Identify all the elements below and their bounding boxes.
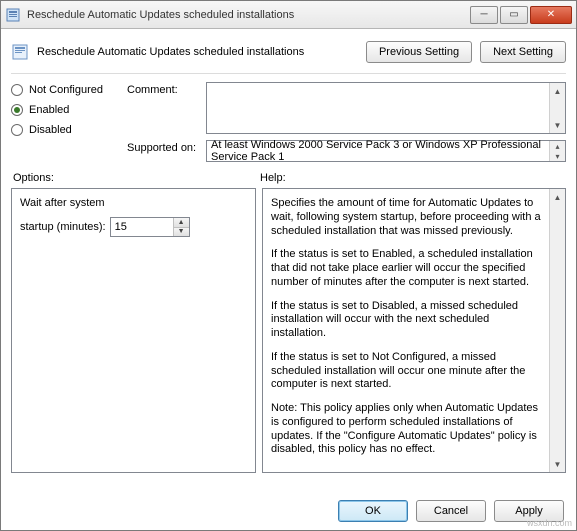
apply-button[interactable]: Apply xyxy=(494,500,564,522)
spinner-down-button[interactable]: ▼ xyxy=(174,228,189,237)
startup-minutes-input[interactable] xyxy=(111,221,171,233)
scroll-down-icon[interactable]: ▼ xyxy=(550,117,565,133)
radio-icon xyxy=(11,124,23,136)
spinner-buttons: ▲ ▼ xyxy=(173,218,189,236)
option-wait-label-2: startup (minutes): xyxy=(20,221,106,233)
scrollbar[interactable]: ▲ ▼ xyxy=(549,83,565,133)
maximize-button[interactable]: ▭ xyxy=(500,6,528,24)
help-paragraph: Specifies the amount of time for Automat… xyxy=(271,197,545,238)
option-wait-label-1: Wait after system xyxy=(20,197,247,209)
close-button[interactable]: ✕ xyxy=(530,6,572,24)
policy-icon xyxy=(11,43,29,61)
previous-setting-button[interactable]: Previous Setting xyxy=(366,41,472,63)
scrollbar[interactable]: ▲ ▼ xyxy=(549,189,565,472)
window-buttons: ─ ▭ ✕ xyxy=(470,6,572,24)
radio-icon xyxy=(11,84,23,96)
minimize-button[interactable]: ─ xyxy=(470,6,498,24)
scroll-up-icon[interactable]: ▲ xyxy=(550,83,565,99)
radio-not-configured[interactable]: Not Configured xyxy=(11,84,121,96)
next-setting-button[interactable]: Next Setting xyxy=(480,41,566,63)
options-section-label: Options: xyxy=(13,172,260,184)
help-text: Specifies the amount of time for Automat… xyxy=(271,197,545,457)
scroll-down-icon[interactable]: ▼ xyxy=(550,456,565,472)
ok-button[interactable]: OK xyxy=(338,500,408,522)
help-paragraph: If the status is set to Disabled, a miss… xyxy=(271,300,545,341)
policy-icon xyxy=(5,7,21,23)
radio-label: Enabled xyxy=(29,104,69,116)
radio-disabled[interactable]: Disabled xyxy=(11,124,121,136)
header-row: Reschedule Automatic Updates scheduled i… xyxy=(11,37,566,71)
radio-label: Disabled xyxy=(29,124,72,136)
scroll-up-icon[interactable]: ▴ xyxy=(550,141,565,151)
spinner-up-button[interactable]: ▲ xyxy=(174,218,189,228)
supported-on-value: At least Windows 2000 Service Pack 3 or … xyxy=(211,139,561,163)
separator xyxy=(11,73,566,74)
help-section-label: Help: xyxy=(260,172,564,184)
help-paragraph: Note: This policy applies only when Auto… xyxy=(271,402,545,457)
dialog-footer: OK Cancel Apply xyxy=(338,500,564,522)
options-panel: Wait after system startup (minutes): ▲ ▼ xyxy=(11,188,256,473)
scrollbar[interactable]: ▴ ▾ xyxy=(549,141,565,161)
radio-label: Not Configured xyxy=(29,84,103,96)
state-radios: Not Configured Enabled Disabled xyxy=(11,82,121,136)
comment-textarea[interactable]: ▲ ▼ xyxy=(206,82,566,134)
help-panel: Specifies the amount of time for Automat… xyxy=(262,188,566,473)
radio-enabled[interactable]: Enabled xyxy=(11,104,121,116)
comment-label: Comment: xyxy=(127,82,202,96)
cancel-button[interactable]: Cancel xyxy=(416,500,486,522)
radio-icon xyxy=(11,104,23,116)
supported-on-value-box: At least Windows 2000 Service Pack 3 or … xyxy=(206,140,566,162)
titlebar: Reschedule Automatic Updates scheduled i… xyxy=(1,1,576,29)
policy-title: Reschedule Automatic Updates scheduled i… xyxy=(37,46,358,58)
scroll-down-icon[interactable]: ▾ xyxy=(550,151,565,161)
window-title: Reschedule Automatic Updates scheduled i… xyxy=(27,9,470,21)
help-paragraph: If the status is set to Not Configured, … xyxy=(271,351,545,392)
scroll-up-icon[interactable]: ▲ xyxy=(550,189,565,205)
startup-minutes-spinner[interactable]: ▲ ▼ xyxy=(110,217,190,237)
help-paragraph: If the status is set to Enabled, a sched… xyxy=(271,248,545,289)
supported-on-label: Supported on: xyxy=(127,140,202,154)
